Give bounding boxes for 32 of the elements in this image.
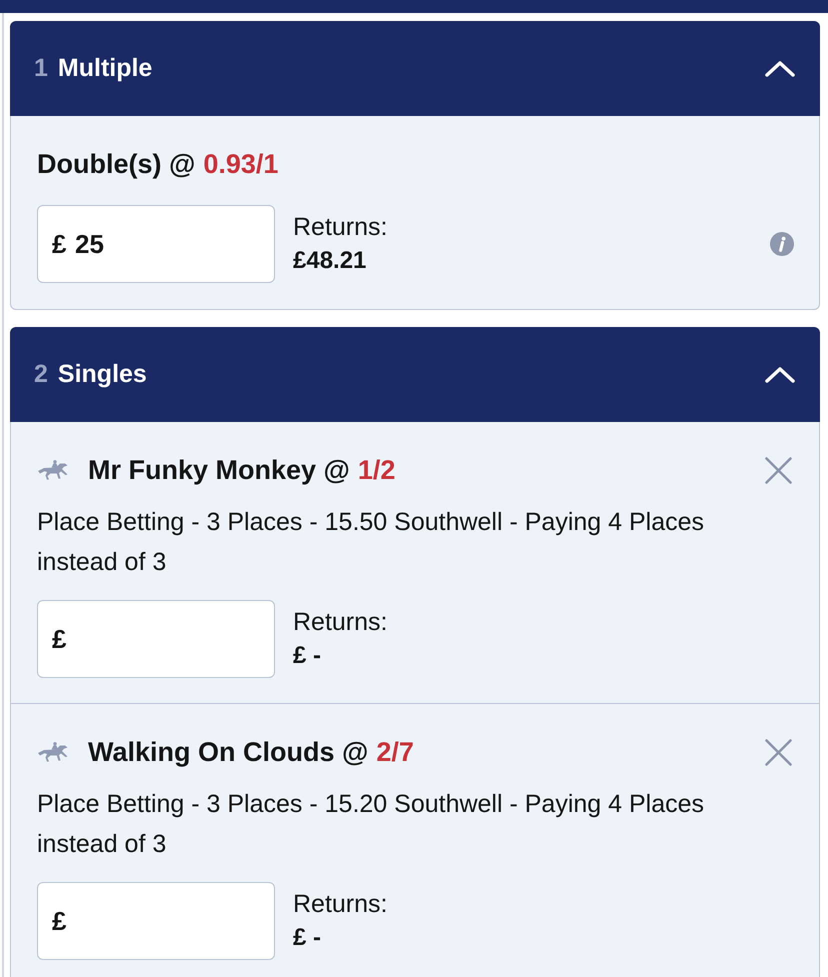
bet-title: Walking On Clouds @ (88, 736, 368, 769)
section-header[interactable]: 2 Singles (10, 327, 820, 422)
odds-text: 2/7 (376, 736, 414, 769)
section-header[interactable]: 1 Multiple (10, 21, 820, 116)
odds-text: 1/2 (358, 454, 396, 487)
horse-racing-icon (37, 460, 68, 480)
returns-amount: £ - (293, 923, 322, 953)
info-icon[interactable] (770, 232, 794, 256)
stake-field[interactable] (37, 600, 275, 678)
selection-description: Place Betting - 3 Places - 15.20 Southwell - Paying 4 Places instead of 3 (37, 789, 706, 860)
section-title: Multiple (58, 52, 152, 84)
stake-field[interactable] (37, 882, 275, 960)
close-icon[interactable] (765, 456, 792, 484)
returns-label: Returns: (293, 607, 388, 638)
returns-amount: £ - (293, 641, 322, 671)
currency-symbol: £ (52, 228, 66, 261)
horse-racing-icon (37, 742, 68, 762)
chevron-up-icon[interactable] (765, 366, 795, 382)
odds-text: 0.93/1 (203, 148, 278, 181)
chevron-up-icon[interactable] (765, 60, 795, 76)
currency-symbol: £ (52, 623, 66, 656)
returns-amount: £48.21 (293, 246, 368, 276)
returns-label: Returns: (293, 889, 388, 920)
section-title: Singles (58, 358, 147, 390)
selection-description: Place Betting - 3 Places - 15.50 Southwell - Paying 4 Places instead of 3 (37, 507, 706, 578)
currency-symbol: £ (52, 905, 66, 938)
close-icon[interactable] (765, 738, 792, 766)
returns-label: Returns: (293, 212, 388, 243)
bet-title: Double(s) @ (37, 148, 196, 181)
section-count: 1 (34, 52, 48, 84)
bet-title: Mr Funky Monkey @ (88, 454, 350, 487)
section-count: 2 (34, 358, 48, 390)
